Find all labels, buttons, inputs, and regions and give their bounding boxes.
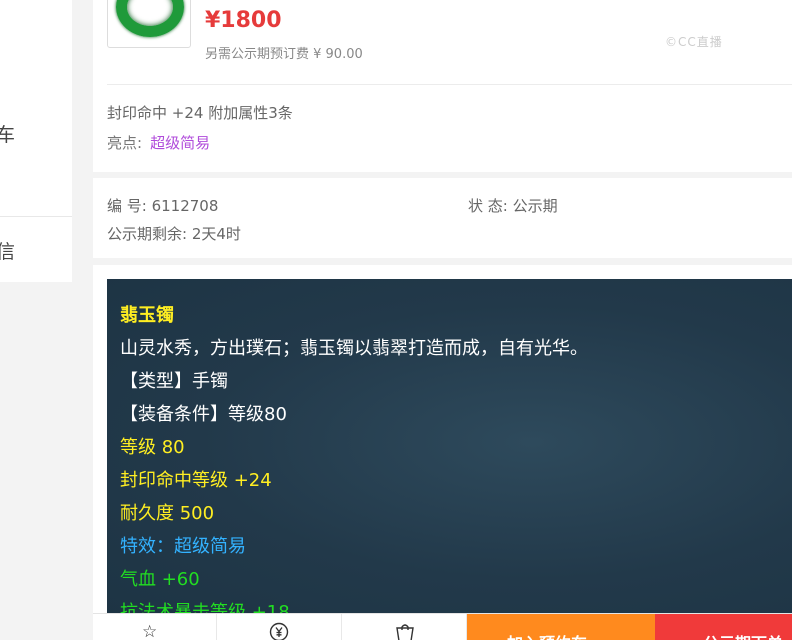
highlight-label: 亮点: — [107, 134, 143, 152]
drawer-item-cart-label: 车 — [0, 124, 16, 146]
jade-bracelet-icon — [116, 0, 184, 37]
star-icon: ☆ — [142, 622, 158, 640]
desc-type: 【类型】手镯 — [120, 371, 228, 392]
shopping-bag-icon — [394, 622, 416, 640]
stream-watermark: ©CC直播 — [665, 35, 723, 49]
order-button-label: 公示期下单 — [703, 630, 783, 640]
drawer-divider — [0, 216, 72, 217]
desc-hp-bonus: 气血 +60 — [120, 569, 200, 590]
desc-durability: 耐久度 500 — [120, 503, 215, 524]
item-description-box: 翡玉镯 山灵水秀，方出璞石；翡玉镯以翡翠打造而成，自有光华。 【类型】手镯 【装… — [107, 279, 792, 619]
desc-item-name: 翡玉镯 — [120, 305, 174, 326]
card-divider — [107, 84, 792, 85]
item-detail: ¥1800 另需公示期预订费 ¥ 90.00 ©CC直播 封印命中 +24 附加… — [93, 0, 792, 640]
desc-special-effect: 特效：超级简易 — [120, 536, 246, 557]
info-card: 编 号: 6112708 状 态: 公示期 公示期剩余: 2天4时 — [93, 178, 792, 258]
reserve-button-label: 加入预约车 — [507, 630, 587, 640]
listing-status: 状 态: 公示期 — [468, 197, 558, 215]
desc-seal-hit: 封印命中等级 +24 — [120, 470, 272, 491]
price-button[interactable] — [217, 614, 342, 640]
item-thumbnail[interactable] — [107, 0, 191, 48]
desc-flavor-text: 山灵水秀，方出璞石；翡玉镯以翡翠打造而成，自有光华。 — [120, 338, 588, 359]
drawer-item-message[interactable]: 信 — [0, 237, 15, 264]
drawer-item-cart[interactable]: 车 — [0, 120, 15, 147]
yen-circle-icon — [269, 622, 289, 640]
bottom-action-bar: ☆ 加入预约车 公示期下单 — [93, 613, 792, 640]
desc-requirement: 【装备条件】等级80 — [120, 404, 287, 425]
side-drawer: 车 信 — [0, 0, 72, 282]
price-card: ¥1800 另需公示期预订费 ¥ 90.00 ©CC直播 封印命中 +24 附加… — [93, 0, 792, 172]
attributes-summary: 封印命中 +24 附加属性3条 — [107, 104, 293, 122]
serial-number: 编 号: 6112708 — [107, 197, 219, 215]
desc-level: 等级 80 — [120, 437, 185, 458]
drawer-item-message-label: 信 — [0, 241, 16, 263]
add-to-reservation-button[interactable]: 加入预约车 — [467, 614, 655, 640]
highlight-row: 亮点: 超级简易 — [107, 132, 210, 153]
cart-button[interactable] — [342, 614, 467, 640]
description-card: 翡玉镯 山灵水秀，方出璞石；翡玉镯以翡翠打造而成，自有光华。 【类型】手镯 【装… — [93, 265, 792, 619]
favorite-button[interactable]: ☆ — [93, 614, 217, 640]
public-order-button[interactable]: 公示期下单 — [655, 614, 792, 640]
reservation-fee-note: 另需公示期预订费 ¥ 90.00 — [205, 47, 363, 62]
highlight-value: 超级简易 — [150, 134, 211, 152]
item-price: ¥1800 — [205, 8, 282, 33]
time-remaining: 公示期剩余: 2天4时 — [107, 225, 241, 243]
